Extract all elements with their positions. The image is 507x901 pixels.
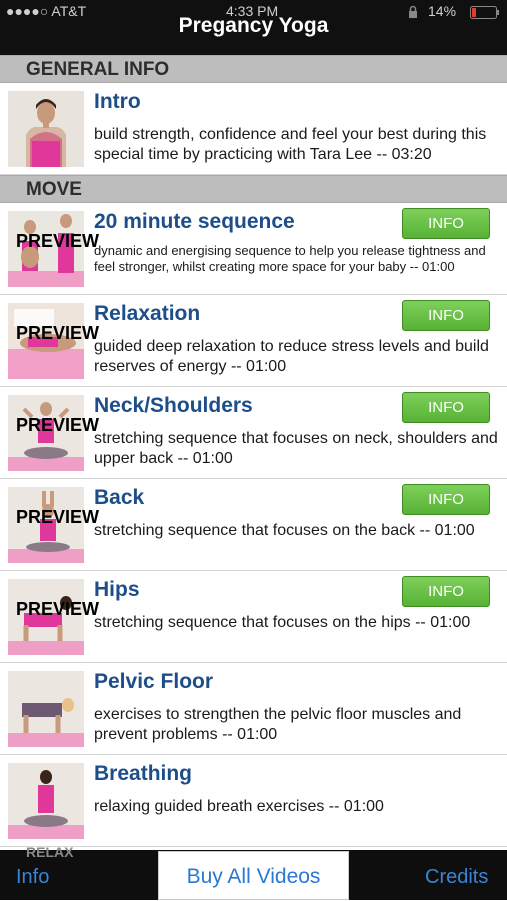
preview-label[interactable]: PREVIEW — [16, 507, 99, 528]
buy-all-videos-button[interactable]: Buy All Videos — [158, 851, 349, 900]
list-item-relaxation[interactable]: Relaxation guided deep relaxation to red… — [0, 295, 507, 387]
info-button[interactable]: INFO — [402, 208, 490, 239]
page-title: Pregancy Yoga — [178, 14, 329, 37]
item-description: stretching sequence that focuses on neck… — [94, 430, 498, 467]
section-header-label: GENERAL INFO — [26, 59, 170, 80]
item-description: stretching sequence that focuses on the … — [94, 614, 471, 631]
video-list[interactable]: GENERAL INFO Intro build strength, confi… — [0, 55, 507, 850]
list-item-20-minute-sequence[interactable]: 20 minute sequence dynamic and energisin… — [0, 203, 507, 295]
tab-bar: RELAX Info Buy All Videos Credits — [0, 844, 507, 900]
breathing-thumbnail[interactable] — [8, 763, 84, 839]
item-description: exercises to strengthen the pelvic floor… — [94, 706, 462, 743]
item-title: Neck/Shoulders — [94, 394, 253, 417]
item-title: Back — [94, 486, 145, 509]
list-item-breathing[interactable]: Breathing relaxing guided breath exercis… — [0, 755, 507, 847]
info-button[interactable]: INFO — [402, 300, 490, 331]
list-item-pelvic-floor[interactable]: Pelvic Floor exercises to strengthen the… — [0, 663, 507, 755]
tab-credits[interactable]: Credits — [425, 866, 488, 889]
item-description: guided deep relaxation to reduce stress … — [94, 338, 489, 375]
list-item-neck-shoulders[interactable]: Neck/Shoulders stretching sequence that … — [0, 387, 507, 479]
item-description: build strength, confidence and feel your… — [94, 126, 487, 163]
item-description: dynamic and energising sequence to help … — [94, 243, 486, 274]
section-header-label: MOVE — [26, 179, 82, 200]
preview-label[interactable]: PREVIEW — [16, 415, 99, 436]
item-title: Intro — [94, 90, 141, 113]
tab-info[interactable]: Info — [16, 866, 49, 889]
list-item-back[interactable]: Back stretching sequence that focuses on… — [0, 479, 507, 571]
item-description: relaxing guided breath exercises -- 01:0… — [94, 798, 384, 815]
info-button[interactable]: INFO — [402, 576, 490, 607]
preview-label[interactable]: PREVIEW — [16, 231, 99, 252]
list-item-hips[interactable]: Hips stretching sequence that focuses on… — [0, 571, 507, 663]
item-title: Relaxation — [94, 302, 201, 325]
info-button[interactable]: INFO — [402, 392, 490, 423]
section-header-move: MOVE — [0, 175, 507, 203]
item-description: stretching sequence that focuses on the … — [94, 522, 475, 539]
navigation-bar: ●●●●○ AT&T 4:33 PM 14% Pregancy Yoga — [0, 0, 507, 55]
next-section-header-peek: RELAX — [26, 844, 74, 860]
item-title: Pelvic Floor — [94, 670, 214, 693]
item-title: Breathing — [94, 762, 193, 785]
pelvic-floor-thumbnail[interactable] — [8, 671, 84, 747]
list-item-intro[interactable]: Intro build strength, confidence and fee… — [0, 83, 507, 175]
preview-label[interactable]: PREVIEW — [16, 599, 99, 620]
item-title: 20 minute sequence — [94, 210, 295, 233]
intro-thumbnail[interactable] — [8, 91, 84, 167]
item-title: Hips — [94, 578, 140, 601]
section-header-general-info: GENERAL INFO — [0, 55, 507, 83]
info-button[interactable]: INFO — [402, 484, 490, 515]
preview-label[interactable]: PREVIEW — [16, 323, 99, 344]
